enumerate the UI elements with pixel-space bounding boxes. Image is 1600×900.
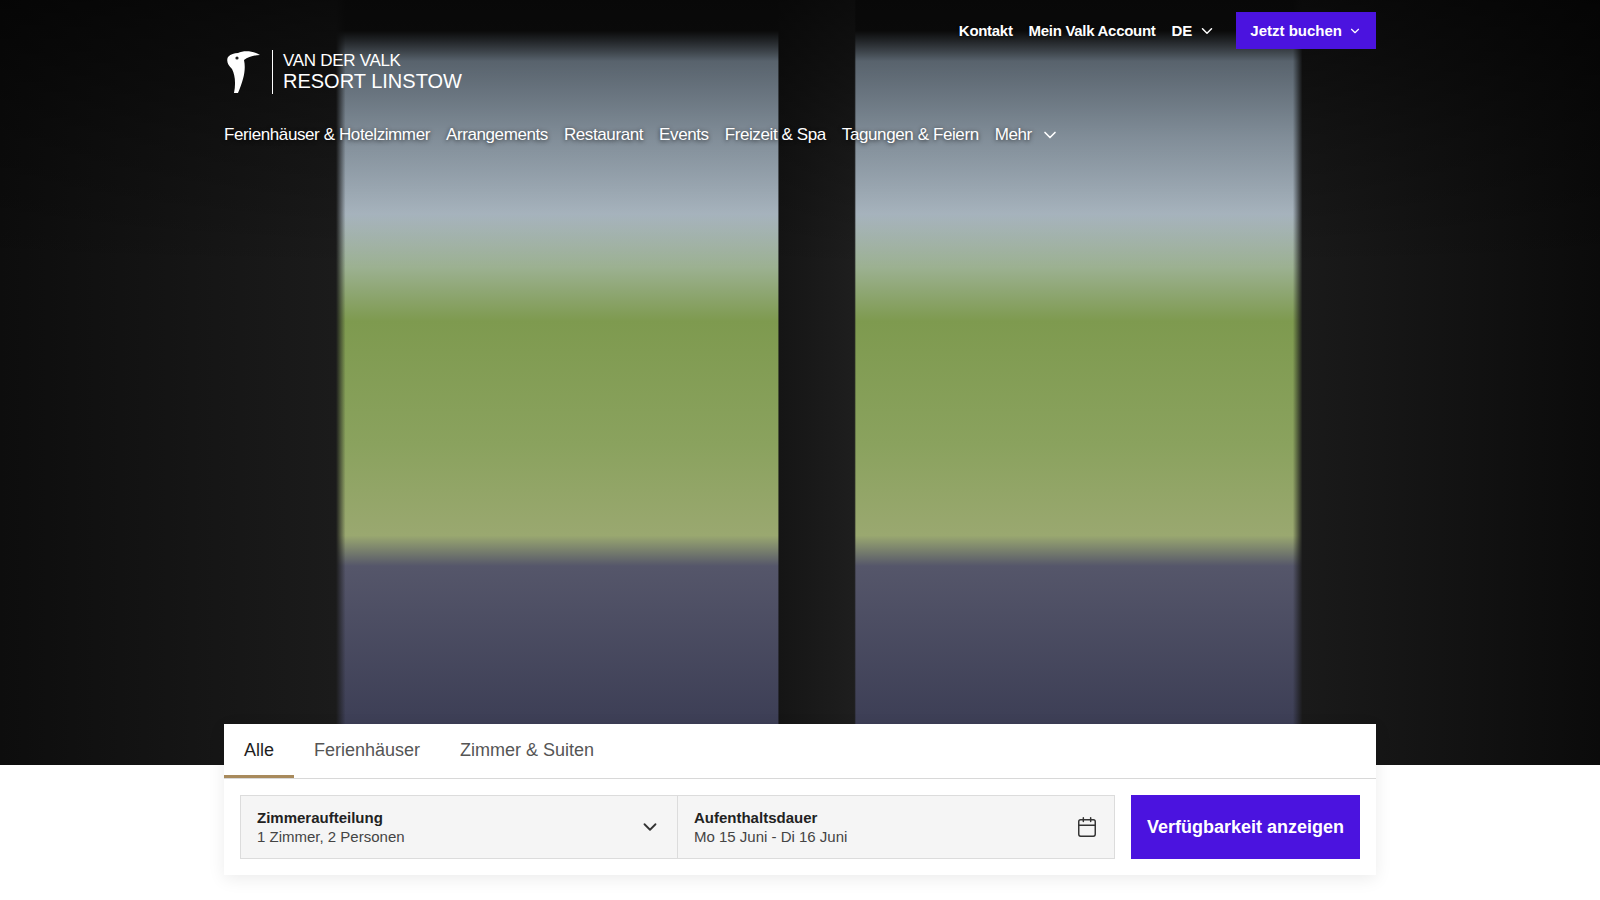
- booking-form: Zimmeraufteilung 1 Zimmer, 2 Personen Aufe…: [224, 779, 1376, 875]
- rooms-field[interactable]: Zimmeraufteilung 1 Zimmer, 2 Personen: [241, 796, 677, 858]
- chevron-down-icon: [1198, 22, 1216, 40]
- book-button[interactable]: Jetzt buchen: [1236, 12, 1376, 49]
- calendar-icon: [1076, 816, 1098, 838]
- booking-tab[interactable]: Ferienhäuser: [294, 724, 440, 778]
- main-nav: Ferienhäuser & Hotelzimmer Arrangements Re…: [224, 125, 1376, 145]
- field-value: Mo 15 Juni - Di 16 Juni: [694, 828, 847, 845]
- booking-panel: AlleFerienhäuserZimmer & Suiten Zimmerauf…: [224, 724, 1376, 875]
- field-value: 1 Zimmer, 2 Personen: [257, 828, 405, 845]
- nav-more-label: Mehr: [995, 125, 1032, 145]
- toucan-logo-icon: [224, 49, 262, 95]
- nav-item[interactable]: Restaurant: [564, 125, 643, 145]
- logo-text: VAN DER VALKRESORT LINSTOW: [283, 52, 462, 93]
- top-link[interactable]: Kontakt: [959, 22, 1013, 39]
- date-field[interactable]: Aufenthaltsdauer Mo 15 Juni - Di 16 Juni: [677, 796, 1114, 858]
- nav-more[interactable]: Mehr: [995, 125, 1060, 145]
- language-label: DE: [1171, 22, 1192, 39]
- booking-tabs: AlleFerienhäuserZimmer & Suiten: [224, 724, 1376, 779]
- book-button-label: Jetzt buchen: [1250, 22, 1342, 39]
- booking-tab[interactable]: Alle: [224, 724, 294, 778]
- language-select[interactable]: DE: [1171, 22, 1216, 40]
- nav-item[interactable]: Tagungen & Feiern: [842, 125, 979, 145]
- top-bar: Kontakt Mein Valk Account DE Jetzt buchen: [224, 0, 1376, 49]
- page: Kontakt Mein Valk Account DE Jetzt buchen VA…: [0, 0, 1600, 900]
- logo-divider: [272, 50, 273, 94]
- nav-item[interactable]: Arrangements: [446, 125, 548, 145]
- logo-line: VAN DER VALK: [283, 52, 462, 71]
- hero-photo: Kontakt Mein Valk Account DE Jetzt buchen VA…: [0, 0, 1600, 765]
- logo-line: RESORT LINSTOW: [283, 70, 462, 92]
- booking-tab[interactable]: Zimmer & Suiten: [440, 724, 614, 778]
- booking-fields: Zimmeraufteilung 1 Zimmer, 2 Personen Aufe…: [240, 795, 1115, 859]
- chevron-down-icon: [1348, 24, 1362, 38]
- chevron-down-icon: [1040, 125, 1060, 145]
- nav-item[interactable]: Ferienhäuser & Hotelzimmer: [224, 125, 430, 145]
- field-text: Aufenthaltsdauer Mo 15 Juni - Di 16 Juni: [694, 809, 847, 845]
- nav-item[interactable]: Events: [659, 125, 709, 145]
- top-link[interactable]: Mein Valk Account: [1029, 22, 1156, 39]
- field-label: Aufenthaltsdauer: [694, 809, 847, 826]
- logo[interactable]: VAN DER VALKRESORT LINSTOW: [224, 49, 462, 95]
- field-text: Zimmeraufteilung 1 Zimmer, 2 Personen: [257, 809, 405, 845]
- field-label: Zimmeraufteilung: [257, 809, 405, 826]
- nav-item[interactable]: Freizeit & Spa: [725, 125, 826, 145]
- availability-button[interactable]: Verfügbarkeit anzeigen: [1131, 795, 1360, 859]
- header: Kontakt Mein Valk Account DE Jetzt buchen VA…: [224, 0, 1376, 145]
- chevron-down-icon: [639, 816, 661, 838]
